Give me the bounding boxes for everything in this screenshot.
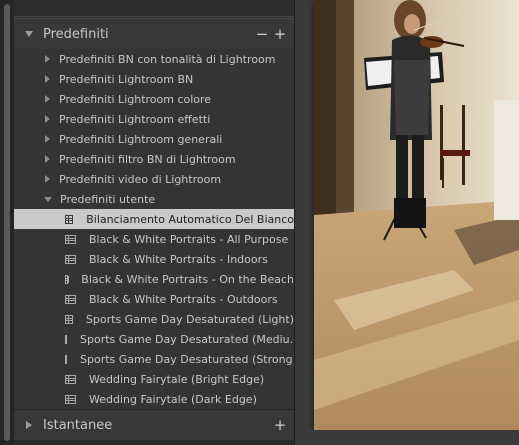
preset-icon <box>65 234 76 244</box>
folder-collapsed-icon[interactable] <box>45 75 50 83</box>
preset-label: Black & White Portraits - Indoors <box>89 252 268 266</box>
preset-item[interactable]: Black & White Portraits - Outdoors <box>14 289 294 309</box>
preset-label: Bilanciamento Automatico Del Bianco <box>86 212 294 226</box>
folder-row[interactable]: Predefiniti video di Lightroom <box>14 169 294 189</box>
folder-collapsed-icon[interactable] <box>45 135 50 143</box>
photo-preview[interactable] <box>314 0 519 430</box>
folder-collapsed-icon[interactable] <box>45 115 50 123</box>
preset-label: Wedding Fairytale (Dark Edge) <box>89 392 257 406</box>
folder-collapsed-icon[interactable] <box>45 95 50 103</box>
preset-icon <box>65 394 76 404</box>
folder-label: Predefiniti video di Lightroom <box>59 172 222 186</box>
panel-divider <box>295 0 314 445</box>
collapse-triangle-icon[interactable] <box>26 421 32 429</box>
folder-row[interactable]: Predefiniti Lightroom effetti <box>14 109 294 129</box>
presets-panel: Predefiniti − + Predefiniti BN con tonal… <box>14 0 295 445</box>
preset-label: Black & White Portraits - Outdoors <box>89 292 278 306</box>
preset-item[interactable]: Sports Game Day Desaturated (Light) <box>14 309 294 329</box>
preset-item-selected[interactable]: Bilanciamento Automatico Del Bianco <box>14 209 294 229</box>
add-snapshot-button[interactable]: + <box>272 417 288 433</box>
presets-title: Predefiniti <box>43 26 109 42</box>
preset-label: Wedding Fairytale (Bright Edge) <box>89 372 265 386</box>
preset-icon <box>65 254 76 264</box>
folder-row[interactable]: Predefiniti Lightroom generali <box>14 129 294 149</box>
photo-image <box>314 0 519 430</box>
preset-label: Sports Game Day Desaturated (Light) <box>85 312 294 326</box>
folder-row[interactable]: Predefiniti filtro BN di Lightroom <box>14 149 294 169</box>
presets-section-header[interactable]: Predefiniti − + <box>14 18 294 49</box>
below-photo-area <box>295 430 519 445</box>
folder-label: Predefiniti Lightroom colore <box>59 92 212 106</box>
remove-preset-button[interactable]: − <box>254 26 270 42</box>
folder-row[interactable]: Predefiniti BN con tonalità di Lightroom <box>14 49 294 69</box>
left-panel-scrollbar[interactable] <box>0 0 14 445</box>
folder-label: Predefiniti Lightroom BN <box>59 72 194 86</box>
preset-icon <box>65 374 76 384</box>
folder-label: Predefiniti utente <box>60 192 156 206</box>
preset-icon <box>65 354 67 364</box>
preset-label: Sports Game Day Desaturated (Mediu... <box>80 332 294 346</box>
preset-icon <box>65 214 74 224</box>
folder-label: Predefiniti Lightroom generali <box>59 132 223 146</box>
preset-item[interactable]: Sports Game Day Desaturated (Mediu... <box>14 329 294 349</box>
snapshots-section-header[interactable]: Istantanee + <box>14 409 294 441</box>
folder-label: Predefiniti filtro BN di Lightroom <box>59 152 236 166</box>
folder-row[interactable]: Predefiniti Lightroom colore <box>14 89 294 109</box>
preset-label: Sports Game Day Desaturated (Strong) <box>80 352 294 366</box>
preset-item[interactable]: Black & White Portraits - Indoors <box>14 249 294 269</box>
preset-item[interactable]: Sports Game Day Desaturated (Strong) <box>14 349 294 369</box>
preset-item[interactable]: Black & White Portraits - On the Beach <box>14 269 294 289</box>
left-panel-scroll-thumb[interactable] <box>4 4 10 441</box>
folder-collapsed-icon[interactable] <box>45 175 50 183</box>
folder-row[interactable]: Predefiniti Lightroom BN <box>14 69 294 89</box>
preset-label: Black & White Portraits - On the Beach <box>81 272 294 286</box>
expand-triangle-icon[interactable] <box>25 31 33 37</box>
snapshots-title: Istantanee <box>43 417 113 433</box>
add-preset-button[interactable]: + <box>272 26 288 42</box>
preset-label: Black & White Portraits - All Purpose <box>89 232 289 246</box>
folder-collapsed-icon[interactable] <box>45 155 50 163</box>
preset-item[interactable]: Black & White Portraits - All Purpose <box>14 229 294 249</box>
preset-item[interactable]: Wedding Fairytale (Dark Edge) <box>14 389 294 409</box>
preset-icon <box>65 314 73 324</box>
folder-expanded-icon[interactable] <box>44 196 52 202</box>
panel-top-edge <box>14 0 294 17</box>
folder-label: Predefiniti Lightroom effetti <box>59 112 211 126</box>
folder-collapsed-icon[interactable] <box>45 55 50 63</box>
preset-icon <box>65 334 67 344</box>
preset-icon <box>65 294 76 304</box>
folder-label: Predefiniti BN con tonalità di Lightroom <box>59 52 276 66</box>
panel-bottom-edge <box>14 440 294 445</box>
folder-row-user-presets[interactable]: Predefiniti utente <box>14 189 294 209</box>
preset-item[interactable]: Wedding Fairytale (Bright Edge) <box>14 369 294 389</box>
preset-icon <box>65 274 69 284</box>
